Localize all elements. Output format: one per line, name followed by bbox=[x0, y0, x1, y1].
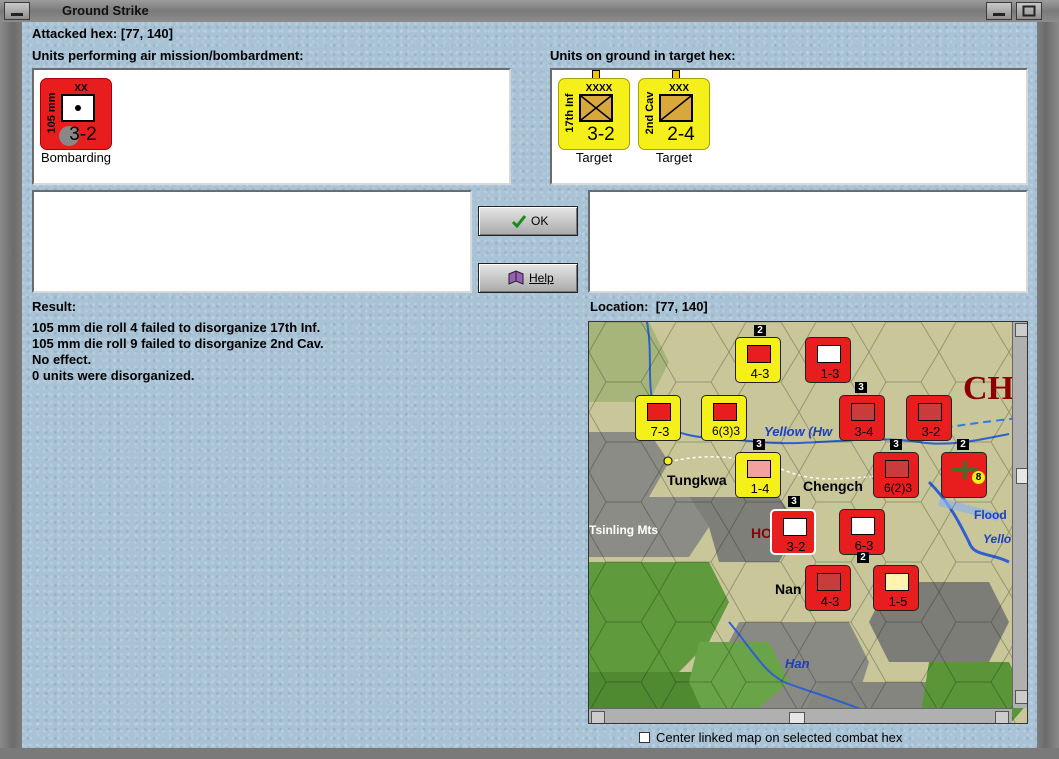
map-unit-counter[interactable]: 8 bbox=[941, 452, 987, 498]
attacked-hex-label: Attacked hex: [77, 140] bbox=[32, 26, 173, 41]
map-unit-counter[interactable]: 3-2 bbox=[906, 395, 952, 441]
help-button-label: Help bbox=[529, 271, 554, 285]
ground-unit-details-panel bbox=[588, 190, 1028, 293]
attacked-hex-value: [77, 140] bbox=[120, 26, 173, 41]
map-river-yellow: Yellow (Hw bbox=[764, 424, 833, 439]
map-unit-counter[interactable]: 1-3 bbox=[805, 337, 851, 383]
stack-count-badge: 2 bbox=[857, 552, 869, 563]
map-unit-counter[interactable]: 7-3 bbox=[635, 395, 681, 441]
minimize-button[interactable] bbox=[986, 2, 1012, 20]
unit-counter-2nd-cav[interactable]: 2nd Cav XXX 2-4 bbox=[638, 78, 710, 150]
window-border-right[interactable] bbox=[1037, 22, 1059, 759]
help-book-icon bbox=[508, 270, 524, 285]
map-unit-counter[interactable]: 6(3)3 bbox=[701, 395, 747, 441]
maximize-button[interactable] bbox=[1016, 2, 1042, 20]
title-bar[interactable]: Ground Strike bbox=[0, 0, 1059, 23]
stack-count-badge: 3 bbox=[753, 439, 765, 450]
map-horizontal-scrollbar[interactable] bbox=[589, 708, 1012, 723]
unit-caption: Target bbox=[655, 150, 693, 165]
unit-size: XXXX bbox=[585, 83, 613, 94]
stack-count-badge: 2 bbox=[754, 325, 766, 336]
unit-strength: 3-2 bbox=[587, 124, 615, 145]
result-line: No effect. bbox=[32, 352, 92, 367]
window-border-left[interactable] bbox=[0, 22, 22, 759]
map-unit-counter[interactable]: 1-4 bbox=[735, 452, 781, 498]
unit-size: XX bbox=[74, 83, 88, 94]
unit-caption: Bombarding bbox=[40, 150, 112, 165]
map-unit-counter-selected[interactable]: 3-2 bbox=[770, 509, 816, 555]
map-unit-counter[interactable]: 6-3 bbox=[839, 509, 885, 555]
map-unit-counter[interactable]: 4-3 bbox=[805, 565, 851, 611]
ground-units-header: Units on ground in target hex: bbox=[550, 48, 736, 63]
stack-count-badge: 2 bbox=[957, 439, 969, 450]
help-button[interactable]: Help bbox=[478, 263, 578, 293]
result-line: 0 units were disorganized. bbox=[32, 368, 195, 383]
unit-counter-17th-inf[interactable]: 17th Inf XXXX 3-2 bbox=[558, 78, 630, 150]
unit-caption: Target bbox=[575, 150, 613, 165]
map-label-tungkwa: Tungkwa bbox=[667, 472, 727, 488]
stack-count-badge: 3 bbox=[890, 439, 902, 450]
vertical-scroll-thumb[interactable] bbox=[1016, 468, 1027, 484]
center-map-checkbox[interactable] bbox=[639, 732, 650, 743]
infantry-symbol-icon bbox=[579, 94, 613, 122]
unit-size: XXX bbox=[668, 83, 689, 94]
window-title: Ground Strike bbox=[62, 3, 149, 18]
map-label-flood: Flood bbox=[974, 508, 1007, 522]
cavalry-symbol-icon bbox=[659, 94, 693, 122]
location-map[interactable]: CH Yellow (Hw Tungkwa Chengch Tsinling M… bbox=[588, 321, 1028, 724]
air-value-badge: 8 bbox=[972, 471, 985, 484]
air-units-panel: 105 mm XX 3-2 Bombarding bbox=[32, 68, 511, 185]
scroll-right-icon[interactable] bbox=[995, 711, 1009, 723]
ground-units-panel: 17th Inf XXXX 3-2 Target 2nd Cav XXX 2-4… bbox=[550, 68, 1028, 185]
map-label-ch: CH bbox=[963, 370, 1014, 407]
map-unit-counter[interactable]: 3-4 bbox=[839, 395, 885, 441]
horizontal-scroll-thumb[interactable] bbox=[789, 712, 805, 723]
map-label-yello: Yello bbox=[983, 532, 1012, 546]
unit-strength: 3-2 bbox=[69, 124, 97, 145]
map-unit-counter[interactable]: 6(2)3 bbox=[873, 452, 919, 498]
map-unit-counter[interactable]: 4-3 bbox=[735, 337, 781, 383]
location-label: Location: [77, 140] bbox=[590, 299, 708, 314]
result-label: Result: bbox=[32, 299, 77, 314]
map-vertical-scrollbar[interactable] bbox=[1012, 322, 1027, 708]
map-label-tsinling: Tsinling Mts bbox=[589, 523, 659, 537]
map-label-ho: HO bbox=[751, 525, 772, 541]
unit-counter-105mm[interactable]: 105 mm XX 3-2 bbox=[40, 78, 112, 150]
result-text: 105 mm die roll 4 failed to disorganize … bbox=[32, 320, 324, 384]
unit-strength: 2-4 bbox=[667, 124, 695, 145]
system-menu-button[interactable] bbox=[4, 2, 30, 20]
location-value: [77, 140] bbox=[655, 299, 708, 314]
stack-count-badge: 3 bbox=[855, 382, 867, 393]
ok-button-label: OK bbox=[531, 214, 549, 228]
map-unit-counter[interactable]: 1-5 bbox=[873, 565, 919, 611]
stack-count-badge: 3 bbox=[788, 496, 800, 507]
center-map-checkbox-label[interactable]: Center linked map on selected combat hex bbox=[656, 730, 902, 745]
ok-button[interactable]: OK bbox=[478, 206, 578, 236]
scroll-down-icon[interactable] bbox=[1015, 690, 1027, 704]
checkmark-icon bbox=[511, 215, 527, 229]
map-label-chengch: Chengch bbox=[803, 478, 863, 494]
artillery-symbol-icon bbox=[61, 94, 95, 122]
map-river-han: Han bbox=[785, 656, 810, 671]
air-units-header: Units performing air mission/bombardment… bbox=[32, 48, 304, 63]
scroll-up-icon[interactable] bbox=[1015, 323, 1027, 337]
window-border-bottom[interactable] bbox=[0, 748, 1059, 759]
result-line: 105 mm die roll 9 failed to disorganize … bbox=[32, 336, 324, 351]
air-unit-details-panel bbox=[32, 190, 472, 293]
map-label-nan: Nan bbox=[775, 581, 802, 597]
result-line: 105 mm die roll 4 failed to disorganize … bbox=[32, 320, 321, 335]
scroll-left-icon[interactable] bbox=[591, 711, 605, 723]
